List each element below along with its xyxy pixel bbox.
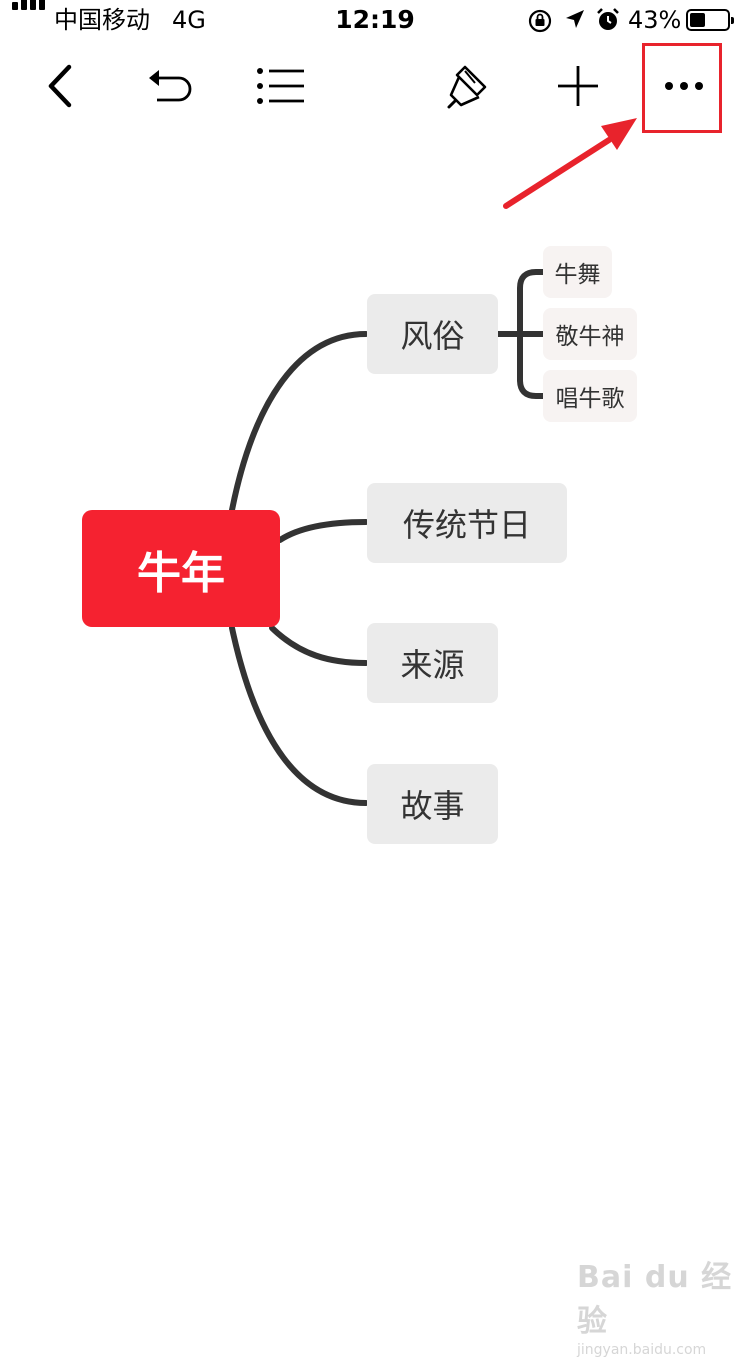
branch-node-stories[interactable]: 故事 xyxy=(367,764,498,844)
branch-node-customs[interactable]: 风俗 xyxy=(367,294,498,374)
baidu-jingyan-watermark: Bai du 经验 jingyan.baidu.com xyxy=(577,1252,750,1358)
watermark-logo: Bai du 经验 xyxy=(577,1260,733,1339)
root-node[interactable]: 牛年 xyxy=(82,510,280,627)
branch-node-origin[interactable]: 来源 xyxy=(367,623,498,703)
leaf-node-ox-dance[interactable]: 牛舞 xyxy=(543,246,612,298)
leaf-node-ox-song[interactable]: 唱牛歌 xyxy=(543,370,637,422)
leaf-node-revere-ox-god[interactable]: 敬牛神 xyxy=(543,308,637,360)
branch-node-festivals[interactable]: 传统节日 xyxy=(367,483,567,563)
watermark-url: jingyan.baidu.com xyxy=(577,1342,707,1358)
